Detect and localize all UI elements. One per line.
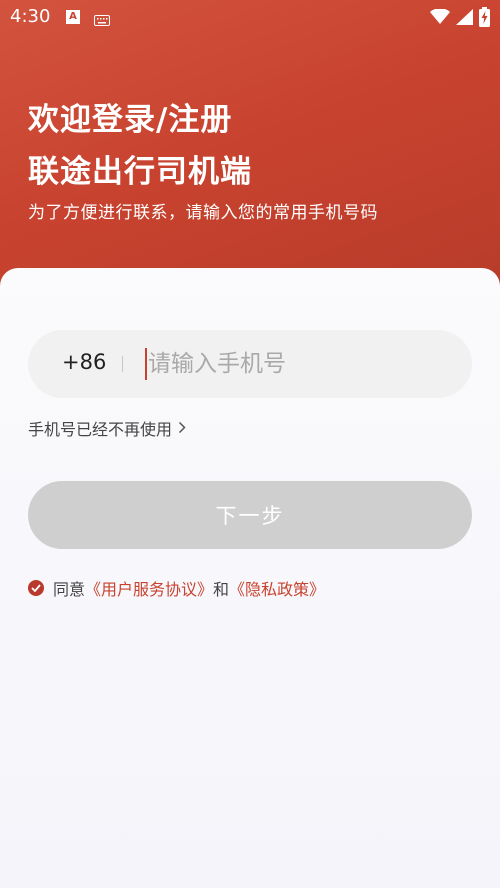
chevron-right-icon [178,419,186,438]
privacy-policy-link[interactable]: 《隐私政策》 [229,576,325,600]
status-bar: 4:30 A [0,0,500,34]
user-agreement-link[interactable]: 《用户服务协议》 [85,576,213,600]
agreement-prefix: 同意 [53,580,86,599]
app-name-title: 联途出行司机端 [28,154,252,190]
agreement-row: 同意 《用户服务协议》 和 《隐私政策》 [28,576,325,600]
text-caret [145,348,147,380]
phone-no-longer-used-label: 手机号已经不再使用 [28,420,173,439]
divider [122,356,123,372]
status-icons [430,7,490,31]
wifi-icon [430,8,450,29]
page-title: 欢迎登录/注册 [28,102,233,138]
agreement-and: 和 [213,580,230,599]
status-time: 4:30 [10,6,51,27]
phone-no-longer-used-link[interactable]: 手机号已经不再使用 [28,416,186,440]
phone-field[interactable]: +86 [28,330,472,398]
a-app-icon: A [66,10,80,24]
next-step-button[interactable]: 下一步 [28,481,472,549]
country-code-selector[interactable]: +86 [62,350,106,374]
page-subtitle: 为了方便进行联系，请输入您的常用手机号码 [28,203,378,223]
signal-icon [456,9,473,29]
check-icon [31,584,41,592]
keyboard-icon [94,11,110,30]
phone-input[interactable] [148,344,448,384]
agreement-checkbox[interactable] [28,580,44,596]
battery-charging-icon [479,7,490,31]
